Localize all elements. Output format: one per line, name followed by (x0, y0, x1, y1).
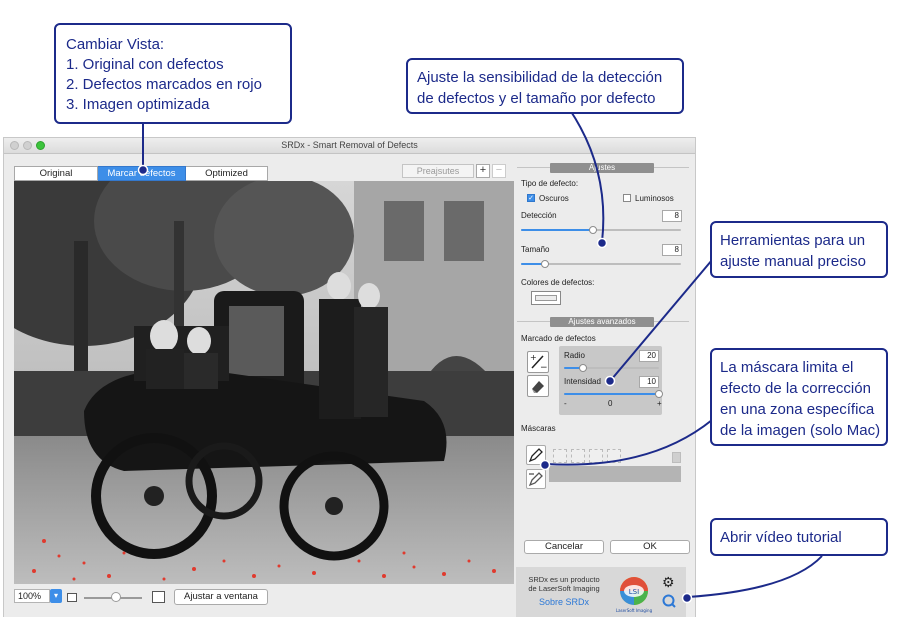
view-callout-line-1: Cambiar Vista: (66, 36, 165, 53)
view-callout: Cambiar Vista: 1. Original con defectos … (54, 23, 292, 124)
mask-callout: La máscara limita el efecto de la correc… (710, 348, 888, 446)
tools-callout-line-2: ajuste manual preciso (720, 253, 866, 270)
view-callout-line-2: 1. Original con defectos (66, 56, 224, 73)
tutorial-callout: Abrir vídeo tutorial (710, 518, 888, 556)
view-callout-line-3: 2. Defectos marcados en rojo (66, 76, 262, 93)
view-callout-line-4: 3. Imagen optimizada (66, 96, 210, 113)
sensitivity-callout-line-1: Ajuste la sensibilidad de la detección (417, 69, 663, 86)
tutorial-callout-line-1: Abrir vídeo tutorial (720, 529, 842, 546)
tools-callout: Herramientas para un ajuste manual preci… (710, 221, 888, 278)
mask-callout-line-3: en una zona específica (720, 401, 875, 418)
mask-callout-line-4: de la imagen (solo Mac) (720, 422, 881, 439)
mask-callout-line-2: efecto de la corrección (720, 380, 871, 397)
sensitivity-callout-line-2: de defectos y el tamaño por defecto (417, 90, 656, 107)
tools-callout-line-1: Herramientas para un (720, 232, 866, 249)
mask-callout-line-1: La máscara limita el (720, 359, 854, 376)
sensitivity-callout: Ajuste la sensibilidad de la detección d… (406, 58, 684, 114)
